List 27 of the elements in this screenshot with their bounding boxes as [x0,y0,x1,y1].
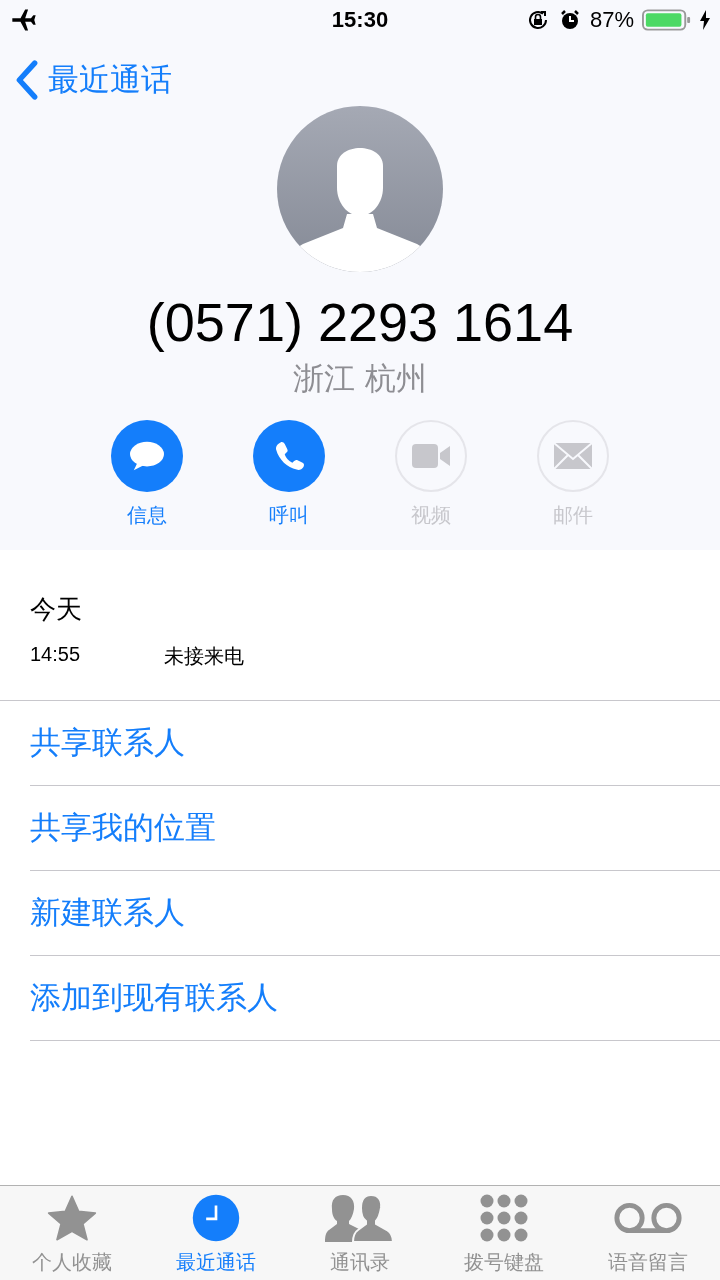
speech-bubble-icon [127,439,167,473]
keypad-icon [479,1193,529,1243]
call-time: 14:55 [30,643,82,667]
action-label: 信息 [127,502,167,529]
call-type: 未接来电 [164,643,244,670]
avatar-silhouette-icon [277,106,443,272]
option-item[interactable]: 共享联系人 [30,701,720,786]
back-chevron-icon [16,60,38,100]
battery-icon [642,8,692,32]
tab[interactable]: 个人收藏 [0,1186,144,1280]
tab[interactable]: 最近通话 [144,1186,288,1280]
tab[interactable]: 通讯录 [288,1186,432,1280]
back-button[interactable]: 最近通话 [16,59,172,101]
star-icon [47,1193,97,1243]
clock-icon [191,1193,241,1243]
phone-number: (0571) 2293 1614 [146,291,574,354]
tab[interactable]: 语音留言 [576,1186,720,1280]
option-item[interactable]: 新建联系人 [30,871,720,956]
charging-icon [700,10,710,30]
caller-location: 浙江 杭州 [293,359,427,398]
action-label: 呼叫 [269,502,309,529]
option-item[interactable]: 添加到现有联系人 [30,956,720,1041]
tab[interactable]: 拨号键盘 [432,1186,576,1280]
battery-percent: 87% [589,7,634,33]
history-date: 今天 [30,593,83,626]
status-time: 15:30 [331,7,389,33]
option-item[interactable]: 共享我的位置 [30,786,720,871]
